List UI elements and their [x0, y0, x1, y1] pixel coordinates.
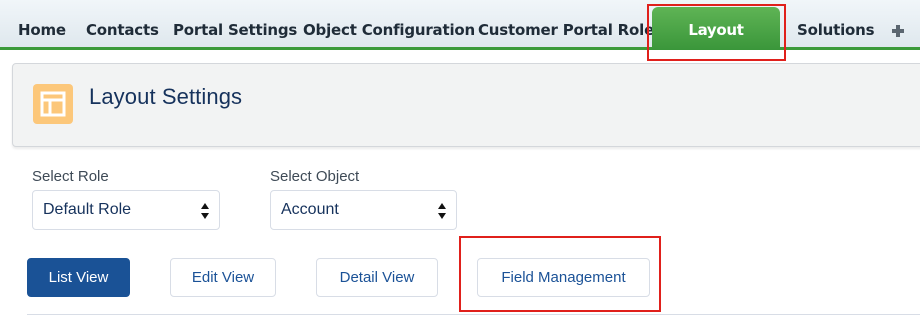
- tab-solutions[interactable]: Solutions: [797, 10, 875, 50]
- tab-home[interactable]: Home: [18, 10, 66, 50]
- page-title: Layout Settings: [89, 84, 243, 109]
- divider: [27, 314, 920, 315]
- edit-view-button[interactable]: Edit View: [170, 258, 276, 297]
- field-management-button[interactable]: Field Management: [477, 258, 650, 297]
- tab-customer-portal-roles[interactable]: Customer Portal Roles: [478, 10, 663, 50]
- page-header: Layout Settings: [12, 63, 920, 147]
- select-object-value: Account: [281, 201, 339, 218]
- detail-view-button[interactable]: Detail View: [316, 258, 438, 297]
- sort-arrows-icon: [200, 202, 210, 220]
- list-view-button[interactable]: List View: [27, 258, 130, 297]
- tab-object-configuration[interactable]: Object Configuration: [303, 10, 475, 50]
- tab-layout-settings[interactable]: Layout Settings: [652, 7, 780, 85]
- plus-icon[interactable]: [889, 22, 907, 40]
- tab-portal-settings[interactable]: Portal Settings: [173, 10, 297, 50]
- tab-contacts[interactable]: Contacts: [86, 10, 159, 50]
- select-object-label: Select Object: [270, 168, 360, 185]
- tab-bar: Home Contacts Portal Settings Object Con…: [0, 0, 920, 85]
- select-role-value: Default Role: [43, 201, 132, 218]
- sort-arrows-icon: [437, 202, 447, 220]
- select-role-dropdown[interactable]: Default Role: [32, 190, 220, 230]
- layout-icon: [33, 84, 73, 124]
- select-object-dropdown[interactable]: Account: [270, 190, 457, 230]
- select-role-label: Select Role: [32, 168, 109, 185]
